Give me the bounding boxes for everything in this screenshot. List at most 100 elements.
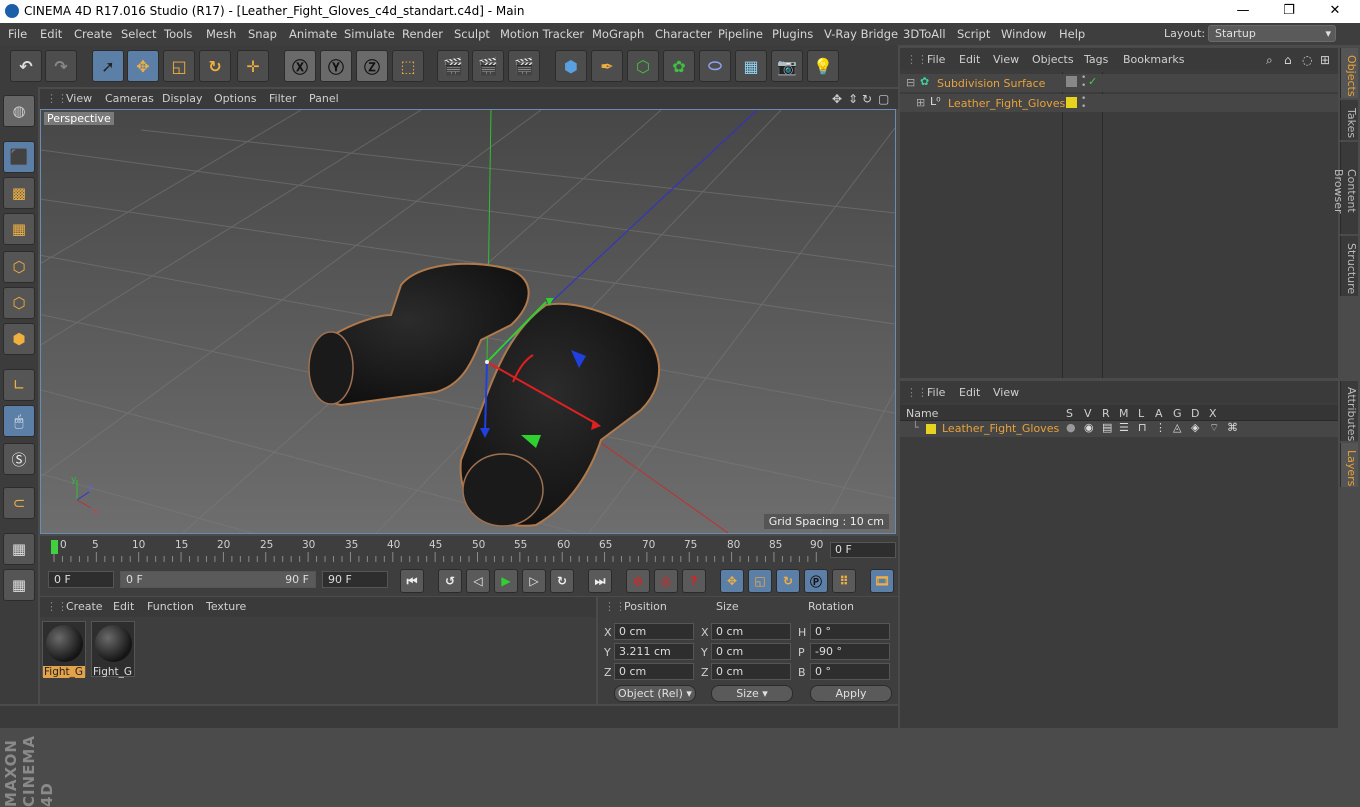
animation-icon[interactable]: ⋮ xyxy=(1155,421,1166,434)
key-rotation-button[interactable]: ↻ xyxy=(776,569,800,593)
object-row[interactable]: ⊞ L⁰ Leather_Fight_Gloves • • xyxy=(900,94,1338,112)
subdivision-surface-button[interactable]: ⬡ xyxy=(627,50,659,82)
previous-keyframe-button[interactable]: ↺ xyxy=(438,569,462,593)
menu-create[interactable]: Create xyxy=(74,27,112,41)
menu-render[interactable]: Render xyxy=(402,27,443,41)
rotation-p-field[interactable]: -90 ° xyxy=(810,643,890,660)
object-menu-edit[interactable]: Edit xyxy=(959,53,980,66)
new-panel-icon[interactable]: ⊞ xyxy=(1320,53,1330,67)
menu-motion-tracker[interactable]: Motion Tracker xyxy=(500,27,584,41)
rotate-tool-button[interactable]: ↻ xyxy=(199,50,231,82)
layer-col-expressions[interactable]: X xyxy=(1209,407,1217,420)
layer-col-manager[interactable]: M xyxy=(1119,407,1129,420)
menu-pipeline[interactable]: Pipeline xyxy=(718,27,763,41)
polygons-mode-button[interactable]: ⬢ xyxy=(3,323,35,355)
y-axis-button[interactable]: Ⓨ xyxy=(320,50,352,82)
workplane-align-button[interactable]: ▦ xyxy=(3,569,35,601)
keyframe-selection-button[interactable]: ? xyxy=(682,569,706,593)
size-mode-dropdown[interactable]: Size ▾ xyxy=(711,685,793,702)
generator-icon[interactable]: ◬ xyxy=(1173,421,1181,434)
tree-collapse-icon[interactable]: ⊟ xyxy=(906,76,915,89)
layer-col-locked[interactable]: L xyxy=(1138,407,1144,420)
viewport-menu-cameras[interactable]: Cameras xyxy=(105,92,154,105)
layer-menu-edit[interactable]: Edit xyxy=(959,386,980,399)
position-x-field[interactable]: 0 cm xyxy=(614,623,694,640)
menu-3dtoall[interactable]: 3DToAll xyxy=(903,27,946,41)
xpresso-icon[interactable]: ⌘ xyxy=(1227,421,1238,434)
object-menu-view[interactable]: View xyxy=(993,53,1019,66)
layer-col-animation[interactable]: A xyxy=(1155,407,1163,420)
workplane-mode-button[interactable]: ▦ xyxy=(3,213,35,245)
object-menu-tags[interactable]: Tags xyxy=(1084,53,1108,66)
layer-col-generators[interactable]: G xyxy=(1173,407,1182,420)
visibility-dots-icon[interactable]: • • xyxy=(1081,95,1086,112)
magnet-button[interactable]: ⊂ xyxy=(3,487,35,519)
viewport-menu-display[interactable]: Display xyxy=(162,92,203,105)
camera-button[interactable]: 📷 xyxy=(771,50,803,82)
coordinate-mode-dropdown[interactable]: Object (Rel) ▾ xyxy=(614,685,696,702)
render-picture-viewer-button[interactable]: 🎬 xyxy=(472,50,504,82)
tab-attributes[interactable]: Attributes xyxy=(1340,381,1358,441)
frame-range-slider[interactable]: 0 F 90 F xyxy=(120,571,316,588)
menu-tools[interactable]: Tools xyxy=(164,27,192,41)
key-pla-button[interactable]: ⠿ xyxy=(832,569,856,593)
redo-button[interactable]: ↷ xyxy=(45,50,77,82)
go-to-start-button[interactable]: ⏮ xyxy=(400,569,424,593)
menu-animate[interactable]: Animate xyxy=(289,27,337,41)
menu-vray-bridge[interactable]: V-Ray Bridge xyxy=(824,27,898,41)
record-keys-button[interactable]: ⊘ xyxy=(626,569,650,593)
layer-col-view[interactable]: V xyxy=(1084,407,1092,420)
scale-tool-button[interactable]: ◱ xyxy=(163,50,195,82)
size-x-field[interactable]: 0 cm xyxy=(711,623,791,640)
layer-col-render[interactable]: R xyxy=(1102,407,1110,420)
x-axis-button[interactable]: Ⓧ xyxy=(284,50,316,82)
object-menu-bookmarks[interactable]: Bookmarks xyxy=(1123,53,1184,66)
light-button[interactable]: 💡 xyxy=(807,50,839,82)
layer-color-swatch[interactable] xyxy=(1066,97,1077,108)
viewport-menu-panel[interactable]: Panel xyxy=(309,92,339,105)
move-tool-button[interactable]: ✥ xyxy=(127,50,159,82)
material-menu-create[interactable]: Create xyxy=(66,600,103,613)
size-z-field[interactable]: 0 cm xyxy=(711,663,791,680)
material-menu-function[interactable]: Function xyxy=(147,600,194,613)
material-menu-texture[interactable]: Texture xyxy=(206,600,246,613)
key-position-button[interactable]: ✥ xyxy=(720,569,744,593)
menu-snap[interactable]: Snap xyxy=(248,27,277,41)
coordinate-system-button[interactable]: ⬚ xyxy=(392,50,424,82)
previous-frame-button[interactable]: ◁ xyxy=(466,569,490,593)
snap-button[interactable]: Ⓢ xyxy=(3,443,35,475)
layer-menu-view[interactable]: View xyxy=(993,386,1019,399)
object-menu-file[interactable]: File xyxy=(927,53,945,66)
layer-col-solo[interactable]: S xyxy=(1066,407,1073,420)
key-parameter-button[interactable]: Ⓟ xyxy=(804,569,828,593)
back-icon[interactable]: ◌ xyxy=(1302,53,1312,67)
key-scale-button[interactable]: ◱ xyxy=(748,569,772,593)
layer-row[interactable]: └ Leather_Fight_Gloves ● ◉ ▤ ☰ ⊓ ⋮ ◬ ◈ ⌔… xyxy=(900,421,1338,437)
menu-help[interactable]: Help xyxy=(1059,27,1085,41)
autokey-button[interactable]: ◎ xyxy=(654,569,678,593)
perspective-viewport[interactable]: y z x Perspective Grid Spacing : 10 cm xyxy=(40,109,896,534)
viewport-toggle-icon[interactable]: ▢ xyxy=(878,92,889,106)
apply-button[interactable]: Apply xyxy=(810,685,892,702)
material-swatch[interactable]: Fight_G xyxy=(42,621,86,678)
material-swatch[interactable]: Fight_G xyxy=(91,621,135,678)
points-mode-button[interactable]: ⬡ xyxy=(3,251,35,283)
tab-takes[interactable]: Takes xyxy=(1340,100,1358,140)
current-frame-field[interactable]: 0 F xyxy=(830,542,896,558)
playhead-marker[interactable] xyxy=(51,540,58,554)
undo-button[interactable]: ↶ xyxy=(10,50,42,82)
render-settings-button[interactable]: 🎬 xyxy=(508,50,540,82)
menu-mograph[interactable]: MoGraph xyxy=(592,27,644,41)
rotation-h-field[interactable]: 0 ° xyxy=(810,623,890,640)
maximize-button[interactable]: ❐ xyxy=(1266,1,1312,21)
tree-expand-icon[interactable]: ⊞ xyxy=(916,96,925,109)
render-view-button[interactable]: 🎬 xyxy=(437,50,469,82)
object-menu-objects[interactable]: Objects xyxy=(1032,53,1074,66)
model-mode-button[interactable]: ⬛ xyxy=(3,141,35,173)
viewport-menu-filter[interactable]: Filter xyxy=(269,92,296,105)
make-editable-button[interactable]: ◍ xyxy=(3,95,35,127)
enabled-check-icon[interactable]: ✓ xyxy=(1088,75,1097,88)
menu-edit[interactable]: Edit xyxy=(40,27,62,41)
next-frame-button[interactable]: ▷ xyxy=(522,569,546,593)
menu-plugins[interactable]: Plugins xyxy=(772,27,813,41)
